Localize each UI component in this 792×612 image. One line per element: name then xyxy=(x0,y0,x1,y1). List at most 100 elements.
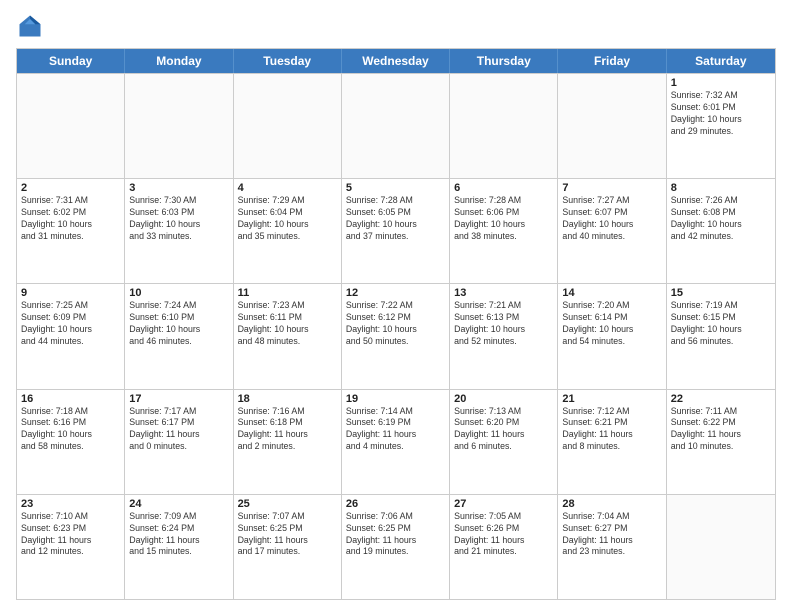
day-number: 7 xyxy=(562,182,661,194)
calendar-cell: 19Sunrise: 7:14 AM Sunset: 6:19 PM Dayli… xyxy=(342,390,450,494)
calendar-week-row: 9Sunrise: 7:25 AM Sunset: 6:09 PM Daylig… xyxy=(17,283,775,388)
day-info: Sunrise: 7:27 AM Sunset: 6:07 PM Dayligh… xyxy=(562,195,661,243)
calendar-cell: 10Sunrise: 7:24 AM Sunset: 6:10 PM Dayli… xyxy=(125,284,233,388)
calendar-header-cell: Tuesday xyxy=(234,49,342,73)
calendar-cell xyxy=(17,74,125,178)
calendar-cell: 24Sunrise: 7:09 AM Sunset: 6:24 PM Dayli… xyxy=(125,495,233,599)
day-info: Sunrise: 7:18 AM Sunset: 6:16 PM Dayligh… xyxy=(21,406,120,454)
day-number: 8 xyxy=(671,182,771,194)
day-number: 13 xyxy=(454,287,553,299)
day-number: 15 xyxy=(671,287,771,299)
day-number: 19 xyxy=(346,393,445,405)
day-number: 18 xyxy=(238,393,337,405)
day-info: Sunrise: 7:20 AM Sunset: 6:14 PM Dayligh… xyxy=(562,300,661,348)
calendar: SundayMondayTuesdayWednesdayThursdayFrid… xyxy=(16,48,776,600)
calendar-cell: 21Sunrise: 7:12 AM Sunset: 6:21 PM Dayli… xyxy=(558,390,666,494)
calendar-cell: 4Sunrise: 7:29 AM Sunset: 6:04 PM Daylig… xyxy=(234,179,342,283)
day-number: 10 xyxy=(129,287,228,299)
day-number: 23 xyxy=(21,498,120,510)
day-number: 5 xyxy=(346,182,445,194)
day-number: 12 xyxy=(346,287,445,299)
calendar-cell xyxy=(342,74,450,178)
day-info: Sunrise: 7:22 AM Sunset: 6:12 PM Dayligh… xyxy=(346,300,445,348)
calendar-cell xyxy=(125,74,233,178)
day-info: Sunrise: 7:19 AM Sunset: 6:15 PM Dayligh… xyxy=(671,300,771,348)
day-info: Sunrise: 7:11 AM Sunset: 6:22 PM Dayligh… xyxy=(671,406,771,454)
day-info: Sunrise: 7:28 AM Sunset: 6:06 PM Dayligh… xyxy=(454,195,553,243)
day-number: 24 xyxy=(129,498,228,510)
day-number: 26 xyxy=(346,498,445,510)
day-number: 16 xyxy=(21,393,120,405)
calendar-header-cell: Friday xyxy=(558,49,666,73)
calendar-cell: 23Sunrise: 7:10 AM Sunset: 6:23 PM Dayli… xyxy=(17,495,125,599)
calendar-cell: 8Sunrise: 7:26 AM Sunset: 6:08 PM Daylig… xyxy=(667,179,775,283)
calendar-cell: 17Sunrise: 7:17 AM Sunset: 6:17 PM Dayli… xyxy=(125,390,233,494)
day-number: 2 xyxy=(21,182,120,194)
day-number: 22 xyxy=(671,393,771,405)
calendar-header-cell: Saturday xyxy=(667,49,775,73)
calendar-week-row: 2Sunrise: 7:31 AM Sunset: 6:02 PM Daylig… xyxy=(17,178,775,283)
day-info: Sunrise: 7:09 AM Sunset: 6:24 PM Dayligh… xyxy=(129,511,228,559)
calendar-cell: 3Sunrise: 7:30 AM Sunset: 6:03 PM Daylig… xyxy=(125,179,233,283)
calendar-header-cell: Wednesday xyxy=(342,49,450,73)
day-info: Sunrise: 7:17 AM Sunset: 6:17 PM Dayligh… xyxy=(129,406,228,454)
calendar-header-cell: Thursday xyxy=(450,49,558,73)
day-number: 17 xyxy=(129,393,228,405)
calendar-cell xyxy=(450,74,558,178)
day-info: Sunrise: 7:05 AM Sunset: 6:26 PM Dayligh… xyxy=(454,511,553,559)
day-info: Sunrise: 7:28 AM Sunset: 6:05 PM Dayligh… xyxy=(346,195,445,243)
calendar-cell: 26Sunrise: 7:06 AM Sunset: 6:25 PM Dayli… xyxy=(342,495,450,599)
calendar-cell: 22Sunrise: 7:11 AM Sunset: 6:22 PM Dayli… xyxy=(667,390,775,494)
day-info: Sunrise: 7:12 AM Sunset: 6:21 PM Dayligh… xyxy=(562,406,661,454)
day-info: Sunrise: 7:10 AM Sunset: 6:23 PM Dayligh… xyxy=(21,511,120,559)
calendar-cell: 13Sunrise: 7:21 AM Sunset: 6:13 PM Dayli… xyxy=(450,284,558,388)
calendar-cell: 28Sunrise: 7:04 AM Sunset: 6:27 PM Dayli… xyxy=(558,495,666,599)
logo-icon xyxy=(16,12,44,40)
calendar-header-cell: Monday xyxy=(125,49,233,73)
calendar-cell: 6Sunrise: 7:28 AM Sunset: 6:06 PM Daylig… xyxy=(450,179,558,283)
day-number: 25 xyxy=(238,498,337,510)
day-number: 1 xyxy=(671,77,771,89)
day-info: Sunrise: 7:14 AM Sunset: 6:19 PM Dayligh… xyxy=(346,406,445,454)
calendar-cell xyxy=(558,74,666,178)
day-number: 11 xyxy=(238,287,337,299)
day-info: Sunrise: 7:04 AM Sunset: 6:27 PM Dayligh… xyxy=(562,511,661,559)
day-info: Sunrise: 7:07 AM Sunset: 6:25 PM Dayligh… xyxy=(238,511,337,559)
day-number: 28 xyxy=(562,498,661,510)
day-info: Sunrise: 7:21 AM Sunset: 6:13 PM Dayligh… xyxy=(454,300,553,348)
calendar-body: 1Sunrise: 7:32 AM Sunset: 6:01 PM Daylig… xyxy=(17,73,775,599)
calendar-cell xyxy=(234,74,342,178)
calendar-cell: 11Sunrise: 7:23 AM Sunset: 6:11 PM Dayli… xyxy=(234,284,342,388)
day-info: Sunrise: 7:30 AM Sunset: 6:03 PM Dayligh… xyxy=(129,195,228,243)
day-info: Sunrise: 7:23 AM Sunset: 6:11 PM Dayligh… xyxy=(238,300,337,348)
day-info: Sunrise: 7:26 AM Sunset: 6:08 PM Dayligh… xyxy=(671,195,771,243)
calendar-cell: 2Sunrise: 7:31 AM Sunset: 6:02 PM Daylig… xyxy=(17,179,125,283)
page: SundayMondayTuesdayWednesdayThursdayFrid… xyxy=(0,0,792,612)
calendar-cell: 1Sunrise: 7:32 AM Sunset: 6:01 PM Daylig… xyxy=(667,74,775,178)
calendar-cell: 16Sunrise: 7:18 AM Sunset: 6:16 PM Dayli… xyxy=(17,390,125,494)
day-info: Sunrise: 7:31 AM Sunset: 6:02 PM Dayligh… xyxy=(21,195,120,243)
logo xyxy=(16,12,48,40)
calendar-week-row: 23Sunrise: 7:10 AM Sunset: 6:23 PM Dayli… xyxy=(17,494,775,599)
day-number: 27 xyxy=(454,498,553,510)
calendar-cell xyxy=(667,495,775,599)
calendar-cell: 18Sunrise: 7:16 AM Sunset: 6:18 PM Dayli… xyxy=(234,390,342,494)
day-number: 20 xyxy=(454,393,553,405)
calendar-header-row: SundayMondayTuesdayWednesdayThursdayFrid… xyxy=(17,49,775,73)
day-number: 21 xyxy=(562,393,661,405)
calendar-cell: 12Sunrise: 7:22 AM Sunset: 6:12 PM Dayli… xyxy=(342,284,450,388)
calendar-cell: 5Sunrise: 7:28 AM Sunset: 6:05 PM Daylig… xyxy=(342,179,450,283)
day-number: 3 xyxy=(129,182,228,194)
day-info: Sunrise: 7:29 AM Sunset: 6:04 PM Dayligh… xyxy=(238,195,337,243)
day-info: Sunrise: 7:25 AM Sunset: 6:09 PM Dayligh… xyxy=(21,300,120,348)
calendar-cell: 25Sunrise: 7:07 AM Sunset: 6:25 PM Dayli… xyxy=(234,495,342,599)
day-number: 4 xyxy=(238,182,337,194)
day-number: 14 xyxy=(562,287,661,299)
day-number: 9 xyxy=(21,287,120,299)
calendar-cell: 27Sunrise: 7:05 AM Sunset: 6:26 PM Dayli… xyxy=(450,495,558,599)
calendar-header-cell: Sunday xyxy=(17,49,125,73)
calendar-cell: 9Sunrise: 7:25 AM Sunset: 6:09 PM Daylig… xyxy=(17,284,125,388)
calendar-cell: 7Sunrise: 7:27 AM Sunset: 6:07 PM Daylig… xyxy=(558,179,666,283)
day-info: Sunrise: 7:13 AM Sunset: 6:20 PM Dayligh… xyxy=(454,406,553,454)
calendar-week-row: 1Sunrise: 7:32 AM Sunset: 6:01 PM Daylig… xyxy=(17,73,775,178)
